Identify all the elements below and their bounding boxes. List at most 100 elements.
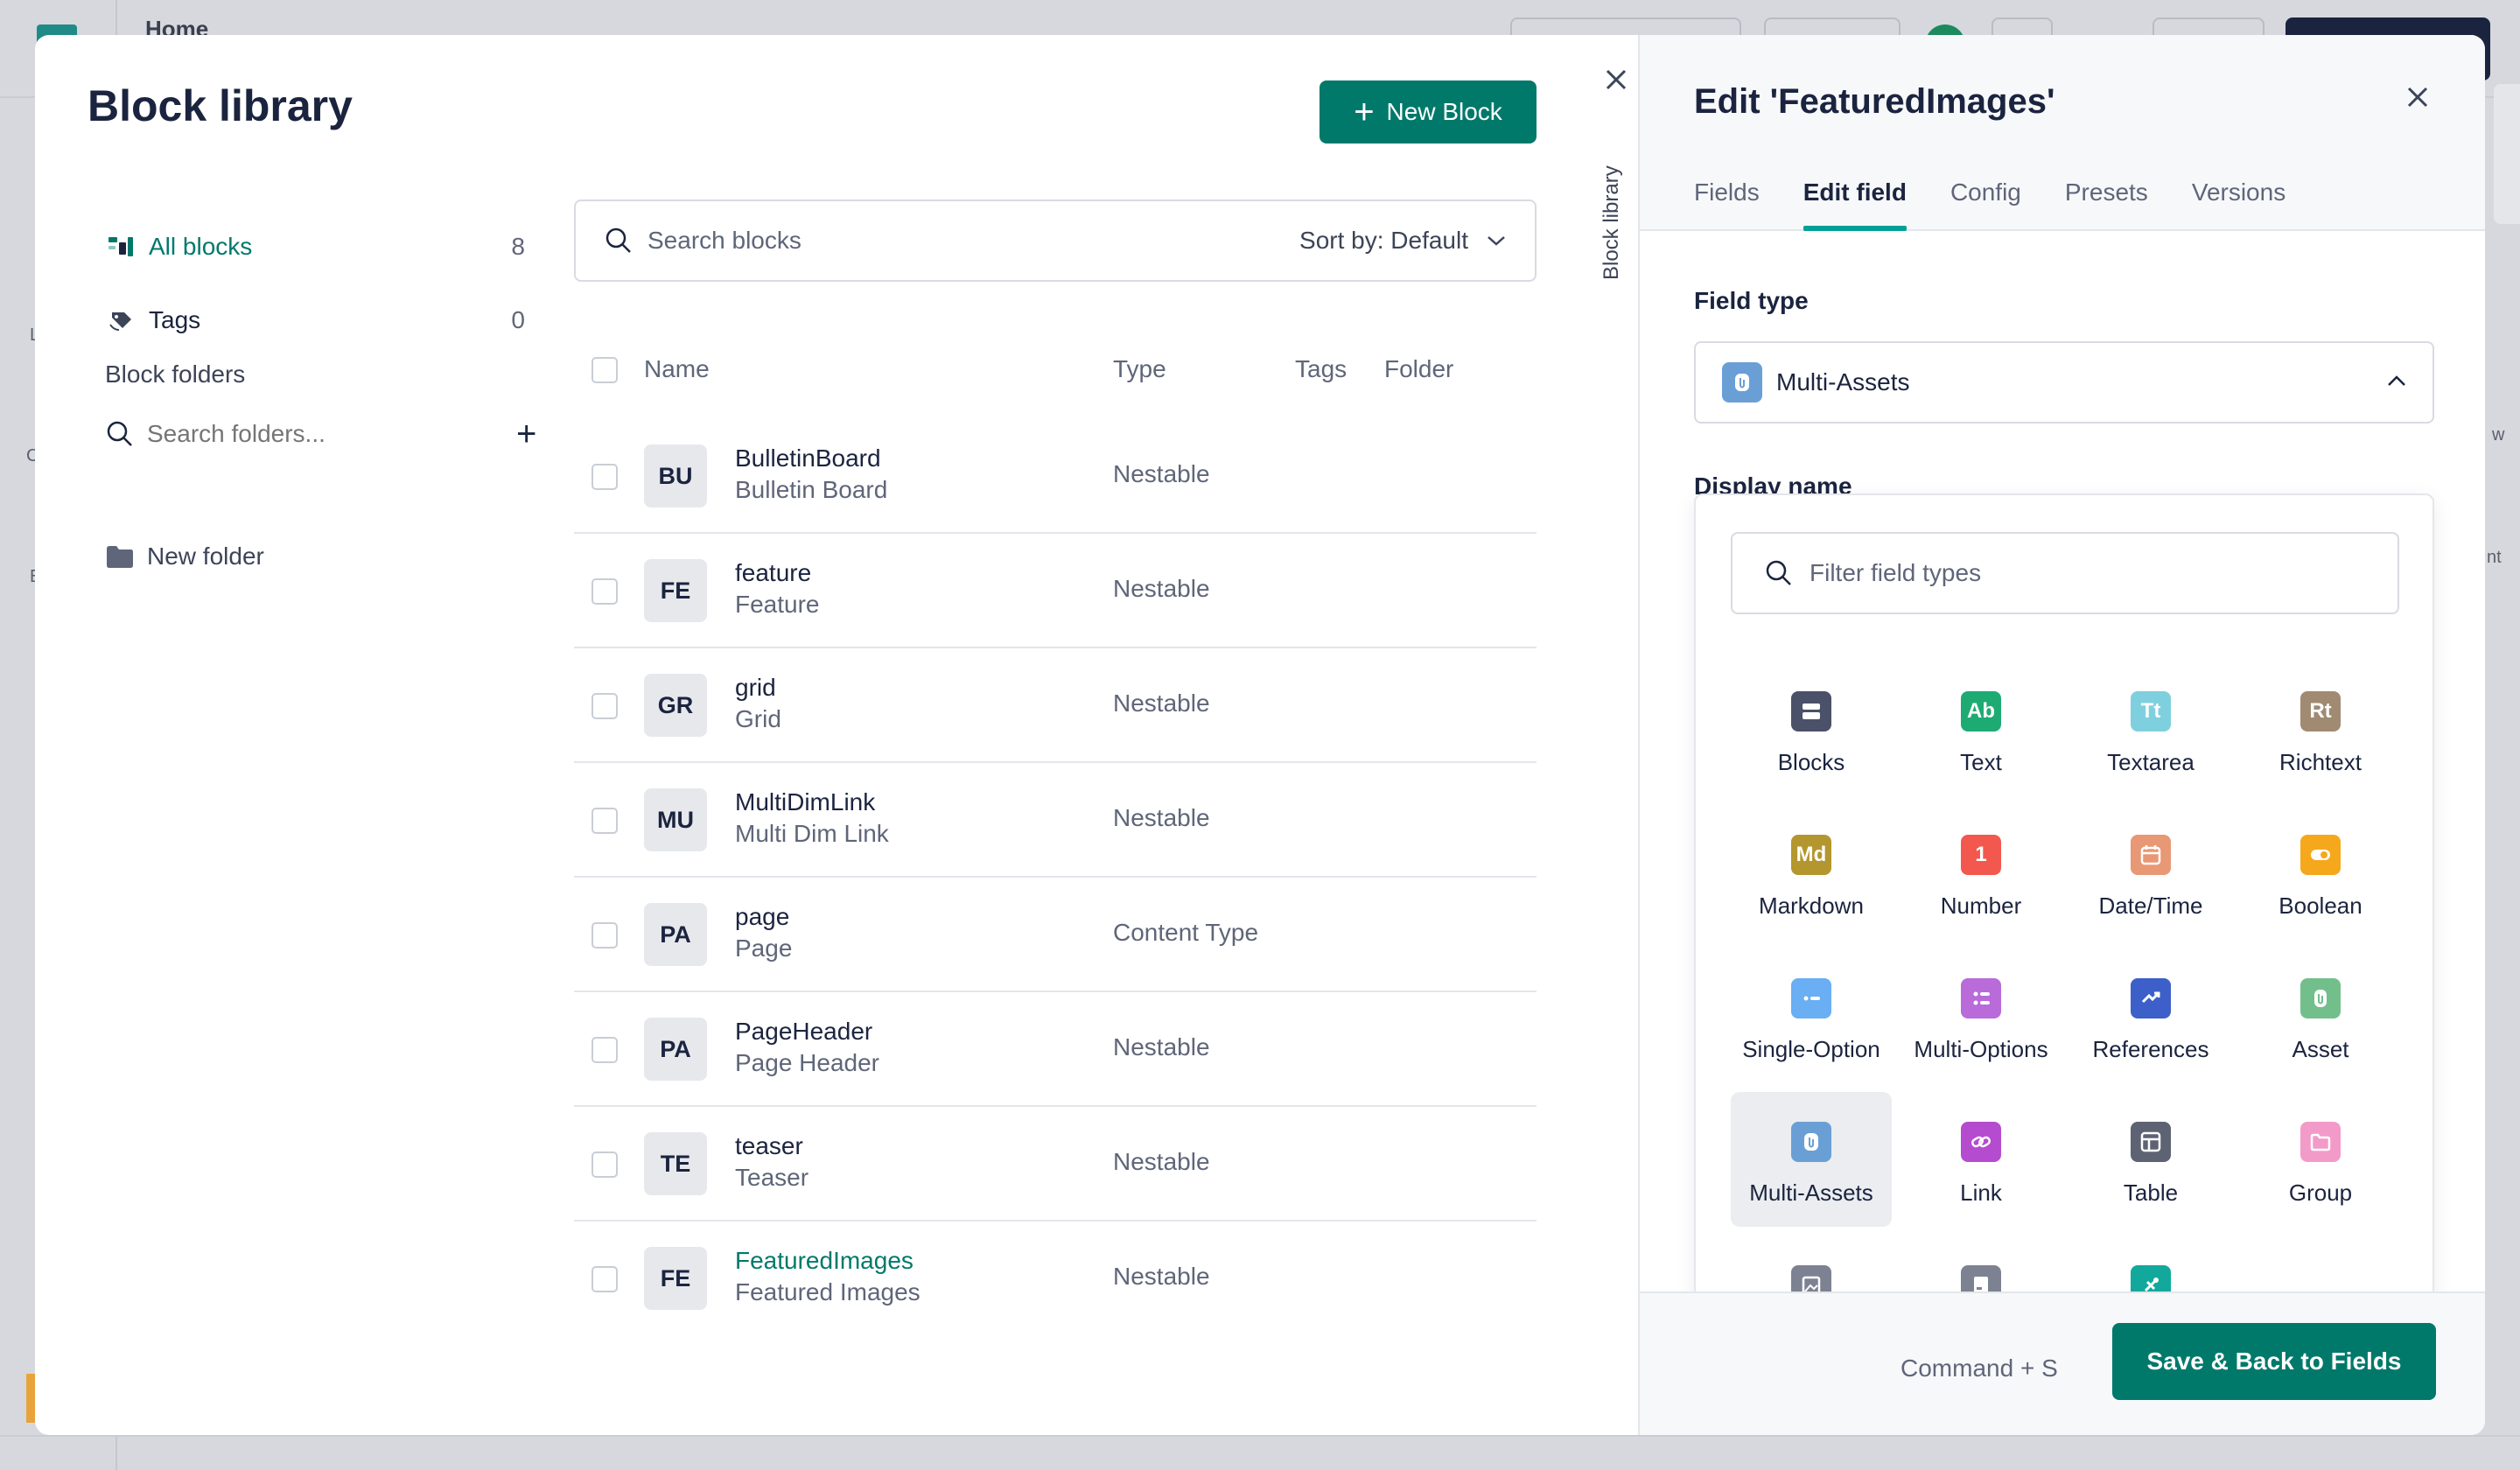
block-badge: BU (644, 444, 707, 508)
calendar-icon (2131, 835, 2171, 875)
field-type-markdown[interactable]: Md Markdown (1731, 805, 1892, 940)
block-name: PageHeader (735, 1018, 873, 1045)
multi-assets-icon (1722, 362, 1762, 402)
table-icon (2131, 1122, 2171, 1162)
blocks-icon (108, 237, 133, 256)
block-name: BulletinBoard (735, 444, 881, 472)
close-icon[interactable] (2404, 84, 2431, 110)
folder-search: + (105, 415, 536, 453)
block-type: Nestable (1113, 1148, 1210, 1175)
search-icon (1766, 560, 1791, 585)
table-row[interactable]: PA PageHeader Page Header Nestable (574, 993, 1536, 1107)
field-type-asset[interactable]: Asset (2240, 948, 2401, 1083)
block-display-name: Feature (735, 591, 820, 618)
block-type: Nestable (1113, 460, 1210, 487)
row-checkbox[interactable] (592, 1266, 618, 1292)
row-checkbox[interactable] (592, 464, 618, 490)
field-type-select[interactable]: Multi-Assets (1694, 341, 2434, 424)
filter-field-types-input[interactable] (1810, 559, 2366, 587)
block-search-bar: Sort by: Default (574, 200, 1536, 282)
chevron-up-icon (2388, 375, 2405, 386)
block-type: Nestable (1113, 575, 1210, 602)
block-name: FeaturedImages (735, 1247, 914, 1274)
block-badge: MU (644, 788, 707, 851)
keyboard-shortcut-hint: Command + S (1900, 1354, 2058, 1382)
folder-item-new-folder[interactable]: New folder (105, 542, 264, 570)
field-type-boolean[interactable]: Boolean (2240, 805, 2401, 940)
table-row[interactable]: PA page Page Content Type (574, 878, 1536, 992)
row-checkbox[interactable] (592, 578, 618, 605)
edit-title: Edit 'FeaturedImages' (1694, 82, 2055, 121)
field-type-single-option[interactable]: Single-Option (1731, 948, 1892, 1083)
field-type-label: Field type (1694, 287, 1809, 314)
search-icon (107, 421, 132, 446)
column-header-tags[interactable]: Tags (1295, 355, 1347, 383)
field-type-richtext[interactable]: Rt Richtext (2240, 662, 2401, 796)
table-row[interactable]: FE FeaturedImages Featured Images Nestab… (574, 1222, 1536, 1336)
row-checkbox[interactable] (592, 693, 618, 719)
asset-icon (2300, 978, 2341, 1018)
save-back-button[interactable]: Save & Back to Fields (2112, 1323, 2436, 1400)
field-type-multi-options[interactable]: Multi-Options (1900, 948, 2062, 1083)
block-library-panel: Block library + New Block All blocks 8 T… (35, 35, 1638, 1435)
all-blocks-count: 8 (511, 233, 525, 260)
block-library-vertical-label[interactable]: Block library (1600, 149, 1624, 280)
table-row[interactable]: BU BulletinBoard Bulletin Board Nestable (574, 420, 1536, 534)
block-name: feature (735, 559, 812, 586)
block-badge: FE (644, 1247, 707, 1310)
field-type-link[interactable]: Link (1900, 1092, 2062, 1227)
table-row[interactable]: TE teaser Teaser Nestable (574, 1108, 1536, 1222)
field-type-number[interactable]: 1 Number (1900, 805, 2062, 940)
field-type-table[interactable]: Table (2070, 1092, 2231, 1227)
table-header: Name Type Tags Folder (574, 346, 1536, 399)
sort-label: Sort by: Default (1299, 227, 1468, 254)
tab-config[interactable]: Config (1950, 178, 2021, 231)
search-input[interactable] (648, 227, 1300, 255)
column-header-folder[interactable]: Folder (1384, 355, 1453, 383)
add-folder-button[interactable]: + (516, 415, 536, 453)
page-title: Block library (88, 81, 353, 130)
row-checkbox[interactable] (592, 1152, 618, 1178)
row-checkbox[interactable] (592, 1037, 618, 1063)
column-header-name[interactable]: Name (644, 355, 710, 383)
field-type-textarea[interactable]: Tt Textarea (2070, 662, 2231, 796)
tab-versions[interactable]: Versions (2192, 178, 2286, 231)
background-card (2494, 84, 2520, 224)
editor-tabs: Fields Edit field Config Presets Version… (1694, 178, 2286, 231)
field-type-datetime[interactable]: Date/Time (2070, 805, 2231, 940)
column-header-type[interactable]: Type (1113, 355, 1166, 383)
block-name: MultiDimLink (735, 788, 876, 816)
single-option-icon (1791, 978, 1831, 1018)
search-icon (606, 228, 631, 253)
tab-presets[interactable]: Presets (2065, 178, 2148, 231)
sidebar-item-all-blocks[interactable]: All blocks 8 (105, 233, 525, 261)
sidebar-item-tags[interactable]: Tags 0 (105, 306, 525, 334)
row-checkbox[interactable] (592, 922, 618, 948)
tags-count: 0 (511, 306, 525, 333)
block-badge: FE (644, 559, 707, 622)
field-type-blocks[interactable]: Blocks (1731, 662, 1892, 796)
block-display-name: Featured Images (735, 1278, 920, 1306)
block-name: teaser (735, 1132, 803, 1159)
table-row[interactable]: FE feature Feature Nestable (574, 535, 1536, 648)
tab-edit-field[interactable]: Edit field (1802, 178, 1908, 231)
field-type-multi-assets[interactable]: Multi-Assets (1731, 1092, 1892, 1227)
select-all-checkbox[interactable] (592, 357, 618, 383)
block-badge: PA (644, 903, 707, 966)
field-type-group[interactable]: Group (2240, 1092, 2401, 1227)
number-icon: 1 (1961, 835, 2001, 875)
tab-fields[interactable]: Fields (1694, 178, 1760, 231)
table-row[interactable]: GR grid Grid Nestable (574, 649, 1536, 763)
table-row[interactable]: MU MultiDimLink Multi Dim Link Nestable (574, 764, 1536, 878)
new-block-button[interactable]: + New Block (1320, 80, 1536, 144)
block-type: Nestable (1113, 690, 1210, 717)
field-type-text[interactable]: Ab Text (1900, 662, 2062, 796)
field-type-value: Multi-Assets (1776, 368, 1910, 396)
close-icon[interactable] (1603, 66, 1629, 93)
folder-search-input[interactable] (147, 420, 444, 448)
field-type-references[interactable]: References (2070, 948, 2231, 1083)
block-badge: GR (644, 674, 707, 737)
sort-dropdown[interactable]: Sort by: Default (1299, 227, 1507, 255)
folder-icon (107, 546, 133, 568)
row-checkbox[interactable] (592, 808, 618, 834)
